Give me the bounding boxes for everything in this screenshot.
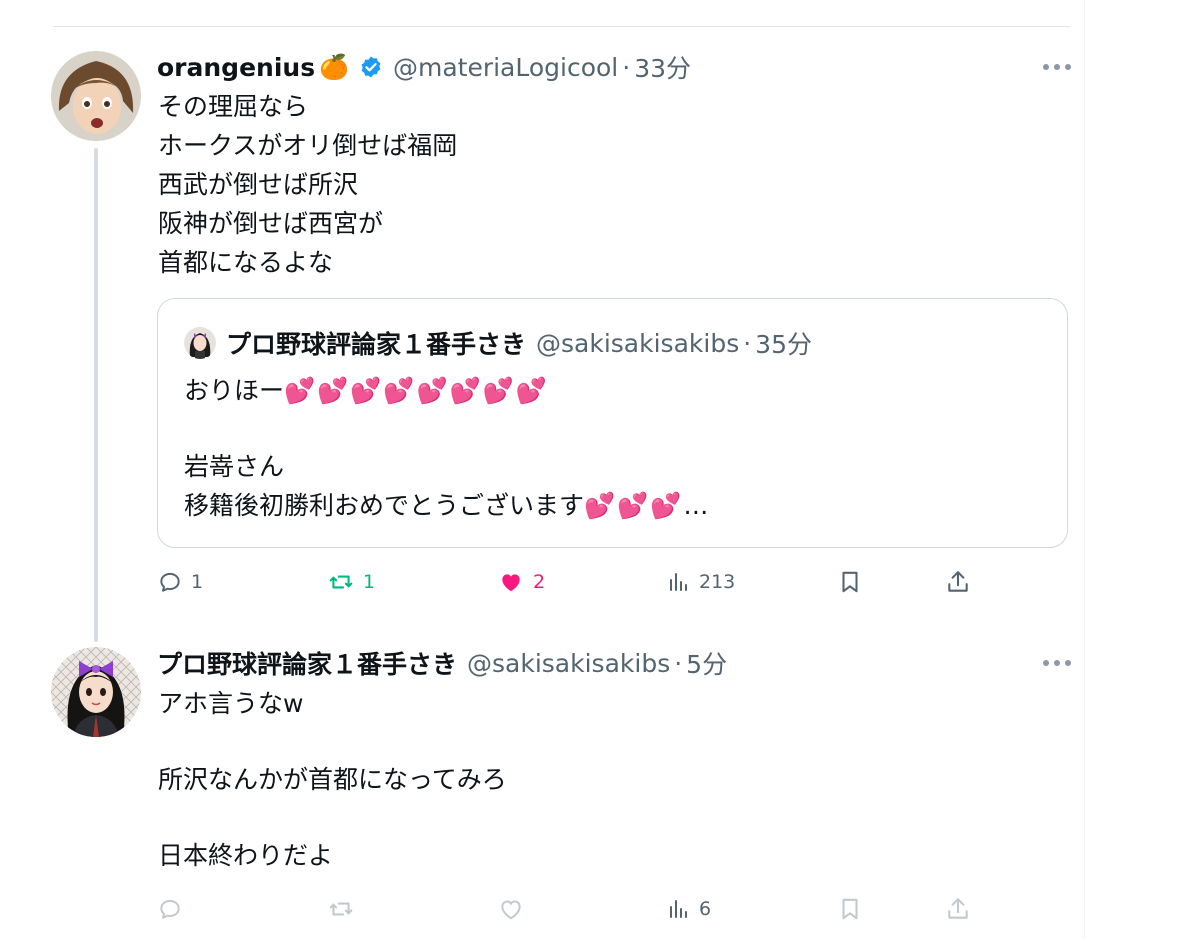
separator-dot: ·	[674, 648, 683, 678]
like-count: 2	[533, 571, 546, 593]
bookmark-button[interactable]	[837, 896, 863, 922]
timestamp[interactable]: 33分	[634, 49, 691, 85]
views-chart-icon	[667, 896, 691, 922]
views-button[interactable]: 6	[667, 896, 711, 922]
two-hearts-emoji-icon: 💕💕💕	[584, 491, 684, 520]
tweet-text-line: その理屈なら	[158, 92, 309, 121]
repost-icon	[327, 569, 355, 595]
column-border	[1084, 0, 1085, 939]
reply-count: 1	[191, 571, 204, 593]
top-divider	[53, 26, 1070, 27]
avatar[interactable]	[51, 51, 141, 141]
bookmark-icon	[837, 896, 863, 922]
tweet-text-line: 首都になるよな	[158, 248, 334, 277]
views-chart-icon	[667, 569, 691, 595]
bookmark-icon	[837, 569, 863, 595]
heart-filled-icon	[497, 569, 525, 595]
truncation-ellipsis: …	[683, 491, 709, 520]
tweet-text-line: アホ言うなw	[158, 689, 304, 718]
more-options-icon[interactable]	[1043, 660, 1071, 666]
bookmark-button[interactable]	[837, 569, 863, 595]
tweet-text: その理屈なら ホークスがオリ倒せば福岡 西武が倒せば所沢 阪神が倒せば西宮が 首…	[158, 87, 457, 282]
quoted-text-line: 移籍後初勝利おめでとうございます	[184, 491, 585, 520]
share-button[interactable]	[945, 896, 971, 922]
reply-button[interactable]	[157, 896, 183, 922]
timestamp[interactable]: 5分	[686, 645, 727, 681]
tweet-text-line: 所沢なんかが首都になってみろ	[158, 765, 507, 794]
reply-icon	[157, 896, 183, 922]
display-name[interactable]: プロ野球評論家１番手さき	[157, 645, 457, 681]
tweet-text-line: ホークスがオリ倒せば福岡	[158, 131, 458, 160]
handle[interactable]: @materiaLogicool	[393, 53, 618, 82]
avatar[interactable]	[51, 647, 141, 737]
tweet-header: プロ野球評論家１番手さき @sakisakisakibs · 5分	[157, 645, 727, 681]
repost-count: 1	[363, 571, 376, 593]
verified-badge-icon	[359, 55, 383, 79]
two-hearts-emoji-icon: 💕💕💕💕💕💕💕💕	[284, 376, 550, 405]
tweet-text-line: 阪神が倒せば西宮が	[158, 209, 384, 238]
reply-button[interactable]: 1	[157, 569, 203, 595]
more-options-icon[interactable]	[1043, 64, 1071, 70]
separator-dot: ·	[743, 328, 752, 358]
repost-button[interactable]: 1	[327, 569, 375, 595]
like-button[interactable]: 2	[497, 569, 545, 595]
tweet-text-line: 西武が倒せば所沢	[158, 170, 359, 199]
quoted-handle: @sakisakisakibs	[536, 328, 740, 358]
quoted-text-line: おりほー	[184, 376, 285, 405]
views-button[interactable]: 213	[667, 569, 735, 595]
orange-emoji-icon: 🍊	[319, 53, 349, 81]
share-button[interactable]	[945, 569, 971, 595]
repost-button[interactable]	[327, 896, 355, 922]
quoted-text-line: 岩嵜さん	[184, 452, 285, 481]
views-count: 6	[699, 898, 712, 920]
like-button[interactable]	[497, 896, 525, 922]
share-icon	[945, 569, 971, 595]
heart-icon	[497, 896, 525, 922]
tweet-text-line: 日本終わりだよ	[158, 841, 334, 870]
display-name[interactable]: orangenius	[157, 53, 315, 82]
quoted-display-name: プロ野球評論家１番手さき	[226, 330, 527, 359]
thread-connector-line	[94, 148, 98, 642]
tweet-actions: 6	[157, 890, 987, 930]
repost-icon	[327, 896, 355, 922]
quoted-timestamp: 35分	[755, 330, 812, 359]
quoted-tweet-header: プロ野球評論家１番手さき @sakisakisakibs · 35分	[184, 325, 812, 361]
tweet-actions: 1 1 2 213	[157, 563, 987, 603]
separator-dot: ·	[622, 52, 631, 82]
views-count: 213	[699, 571, 736, 593]
handle[interactable]: @sakisakisakibs	[467, 649, 670, 678]
tweet-header: orangenius 🍊 @materiaLogicool · 33分	[157, 49, 691, 85]
tweet-text: アホ言うなw 所沢なんかが首都になってみろ 日本終わりだよ	[158, 684, 507, 875]
quoted-tweet-text: おりほー💕💕💕💕💕💕💕💕 岩嵜さん 移籍後初勝利おめでとうございます💕💕💕…	[184, 371, 708, 525]
quoted-avatar	[184, 327, 216, 359]
reply-icon	[157, 569, 183, 595]
share-icon	[945, 896, 971, 922]
quoted-tweet-card[interactable]: プロ野球評論家１番手さき @sakisakisakibs · 35分 おりほー💕…	[157, 298, 1068, 548]
